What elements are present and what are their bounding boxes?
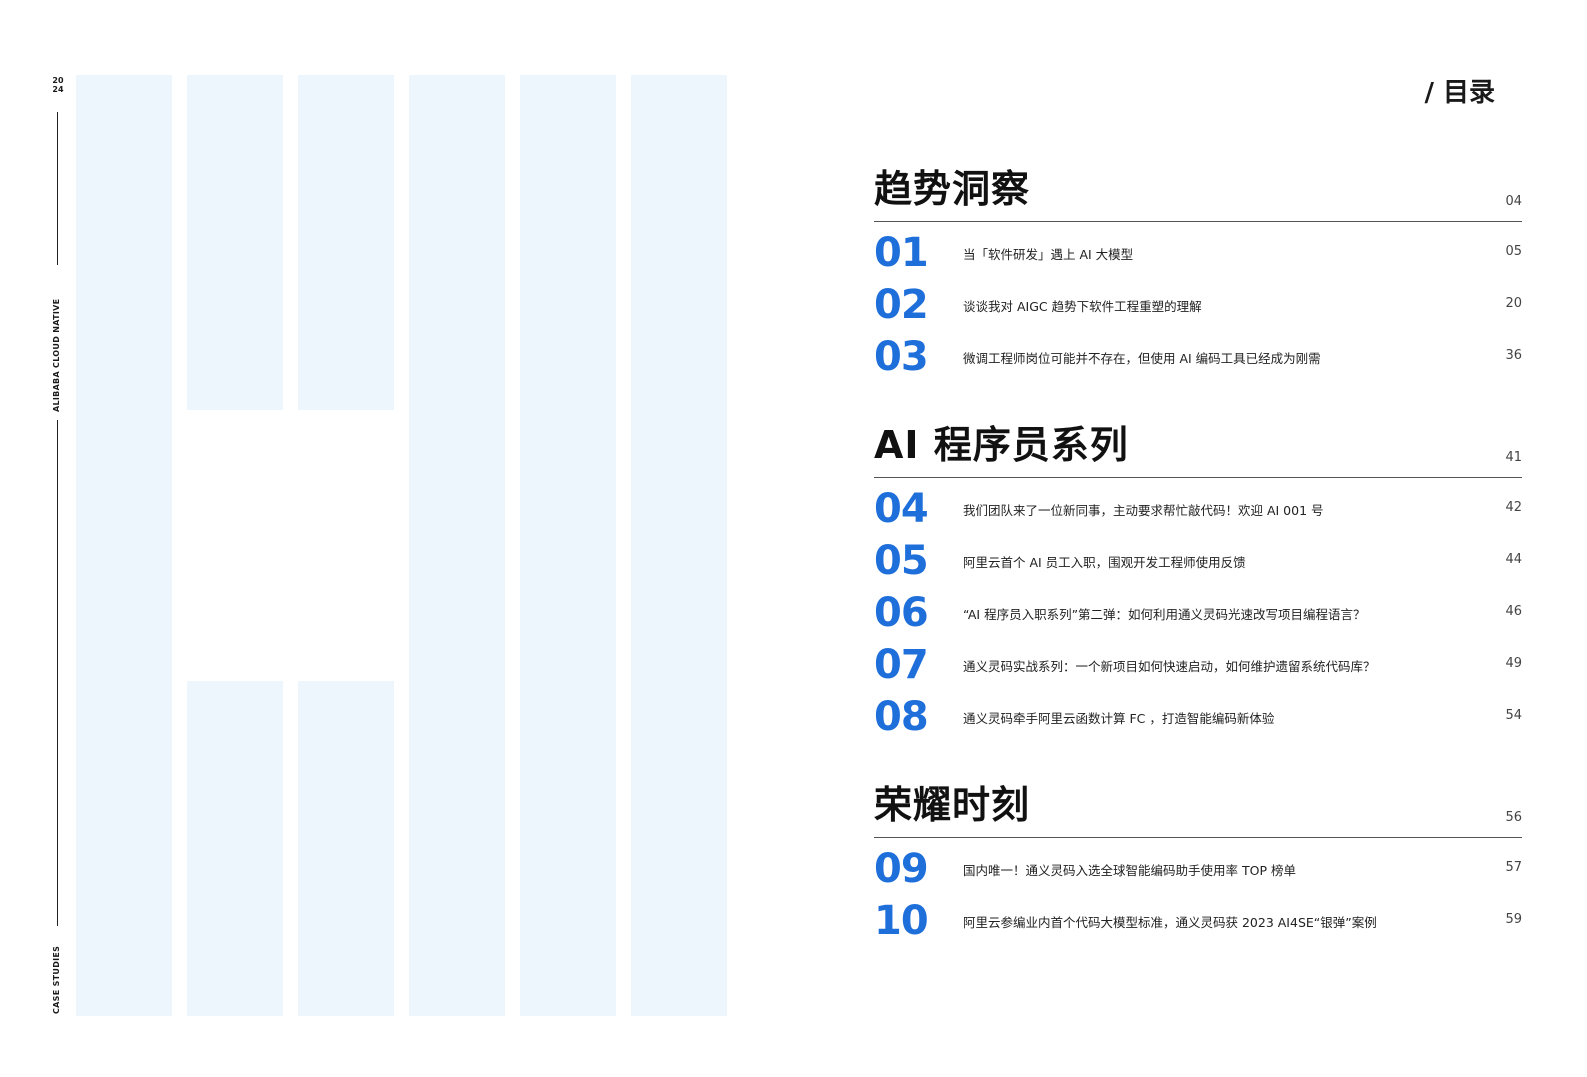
toc-entry[interactable]: 06 “AI 程序员入职系列”第二弹：如何利用通义灵码光速改写项目编程语言？ 4… <box>874 582 1522 636</box>
entry-page: 05 <box>1505 244 1522 259</box>
entry-number: 01 <box>874 230 929 276</box>
entry-title: 当「软件研发」遇上 AI 大模型 <box>963 247 1134 262</box>
entry-number: 03 <box>874 334 929 380</box>
entry-number: 04 <box>874 486 929 532</box>
section-header: 荣耀时刻 56 <box>874 778 1522 838</box>
entry-number: 09 <box>874 846 929 892</box>
toc-section: 荣耀时刻 56 09 国内唯一！通义灵码入选全球智能编码助手使用率 TOP 榜单… <box>874 778 1522 944</box>
decor-column-6 <box>631 75 727 1016</box>
toc-section: 趋势洞察 04 01 当「软件研发」遇上 AI 大模型 05 02 谈谈我对 A… <box>874 162 1522 380</box>
decor-column-2-bottom <box>187 681 283 1016</box>
entry-page: 42 <box>1505 500 1522 515</box>
decor-column-2-top <box>187 75 283 410</box>
section-title: AI 程序员系列 <box>874 423 1129 467</box>
toc-title: / 目录 <box>1424 78 1495 108</box>
toc-entry[interactable]: 10 阿里云参编业内首个代码大模型标准，通义灵码获 2023 AI4SE“银弹”… <box>874 890 1522 944</box>
toc-entry[interactable]: 03 微调工程师岗位可能并不存在，但使用 AI 编码工具已经成为刚需 36 <box>874 326 1522 380</box>
toc-entry[interactable]: 02 谈谈我对 AIGC 趋势下软件工程重塑的理解 20 <box>874 274 1522 328</box>
toc-entry[interactable]: 07 通义灵码实战系列：一个新项目如何快速启动，如何维护遗留系统代码库？ 49 <box>874 634 1522 688</box>
entry-title: 谈谈我对 AIGC 趋势下软件工程重塑的理解 <box>963 299 1202 314</box>
entry-number: 08 <box>874 694 929 740</box>
entry-title: “AI 程序员入职系列”第二弹：如何利用通义灵码光速改写项目编程语言？ <box>963 607 1366 622</box>
entry-number: 02 <box>874 282 929 328</box>
year-top: 20 <box>52 76 64 85</box>
entry-title: 微调工程师岗位可能并不存在，但使用 AI 编码工具已经成为刚需 <box>963 351 1321 366</box>
entry-number: 06 <box>874 590 929 636</box>
section-page: 04 <box>1505 194 1522 209</box>
section-title: 趋势洞察 <box>874 167 1031 211</box>
decor-column-3-top <box>298 75 394 410</box>
entry-page: 49 <box>1505 656 1522 671</box>
entry-title: 国内唯一！通义灵码入选全球智能编码助手使用率 TOP 榜单 <box>963 863 1296 878</box>
section-page: 56 <box>1505 810 1522 825</box>
entry-title: 通义灵码实战系列：一个新项目如何快速启动，如何维护遗留系统代码库？ <box>963 659 1376 674</box>
entry-page: 44 <box>1505 552 1522 567</box>
entry-title: 阿里云首个 AI 员工入职，围观开发工程师使用反馈 <box>963 555 1246 570</box>
decor-column-4 <box>409 75 505 1016</box>
toc-section: AI 程序员系列 41 04 我们团队来了一位新同事，主动要求帮忙敲代码！欢迎 … <box>874 418 1522 740</box>
entry-page: 20 <box>1505 296 1522 311</box>
entry-title: 通义灵码牵手阿里云函数计算 FC ，打造智能编码新体验 <box>963 711 1275 726</box>
toc-entry[interactable]: 05 阿里云首个 AI 员工入职，围观开发工程师使用反馈 44 <box>874 530 1522 584</box>
entry-number: 05 <box>874 538 929 584</box>
decor-column-5 <box>520 75 616 1016</box>
entry-page: 59 <box>1505 912 1522 927</box>
year-bottom: 24 <box>52 85 64 94</box>
entry-page: 46 <box>1505 604 1522 619</box>
entry-title: 我们团队来了一位新同事，主动要求帮忙敲代码！欢迎 AI 001 号 <box>963 503 1324 518</box>
section-header: 趋势洞察 04 <box>874 162 1522 222</box>
spine-label-brand: ALIBABA CLOUD NATIVE <box>52 298 61 412</box>
toc-entry[interactable]: 04 我们团队来了一位新同事，主动要求帮忙敲代码！欢迎 AI 001 号 42 <box>874 478 1522 532</box>
entry-number: 10 <box>874 898 929 944</box>
entry-page: 36 <box>1505 348 1522 363</box>
toc-entry[interactable]: 08 通义灵码牵手阿里云函数计算 FC ，打造智能编码新体验 54 <box>874 686 1522 740</box>
section-header: AI 程序员系列 41 <box>874 418 1522 478</box>
spine-line-bottom <box>57 420 58 926</box>
entry-number: 07 <box>874 642 929 688</box>
toc-entry[interactable]: 09 国内唯一！通义灵码入选全球智能编码助手使用率 TOP 榜单 57 <box>874 838 1522 892</box>
decor-column-3-bottom <box>298 681 394 1016</box>
spine-line-top <box>57 112 58 265</box>
toc-entry[interactable]: 01 当「软件研发」遇上 AI 大模型 05 <box>874 222 1522 276</box>
entry-page: 57 <box>1505 860 1522 875</box>
spine-label-case-studies: CASE STUDIES <box>52 945 61 1014</box>
entry-page: 54 <box>1505 708 1522 723</box>
section-page: 41 <box>1505 450 1522 465</box>
entry-title: 阿里云参编业内首个代码大模型标准，通义灵码获 2023 AI4SE“银弹”案例 <box>963 915 1377 930</box>
decor-column-1 <box>76 75 172 1016</box>
section-title: 荣耀时刻 <box>874 783 1031 827</box>
year-mark: 20 24 <box>52 76 64 94</box>
